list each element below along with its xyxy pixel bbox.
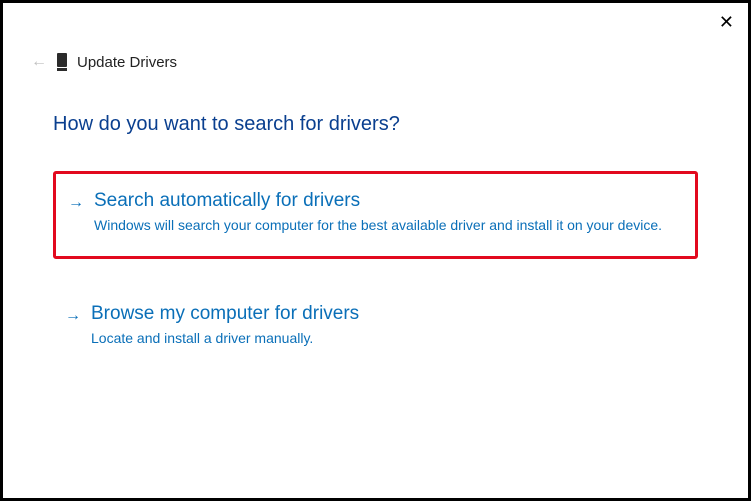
arrow-right-icon: → [65,307,81,325]
options-list: → Search automatically for drivers Windo… [53,171,698,396]
arrow-right-icon: → [68,194,84,212]
option-description: Locate and install a driver manually. [91,329,680,349]
question-heading: How do you want to search for drivers? [53,113,400,136]
option-title: Browse my computer for drivers [91,303,680,325]
dialog-title: Update Drivers [77,54,177,71]
dialog-frame: ✕ ← Update Drivers How do you want to se… [0,0,751,501]
close-button[interactable]: ✕ [719,13,734,31]
option-title: Search automatically for drivers [94,190,677,212]
option-description: Windows will search your computer for th… [94,216,677,236]
option-search-automatically[interactable]: → Search automatically for drivers Windo… [53,171,698,259]
back-arrow-icon[interactable]: ← [31,53,47,71]
option-browse-computer[interactable]: → Browse my computer for drivers Locate … [53,287,698,369]
device-icon [57,53,67,71]
dialog-header: ← Update Drivers [31,53,177,71]
